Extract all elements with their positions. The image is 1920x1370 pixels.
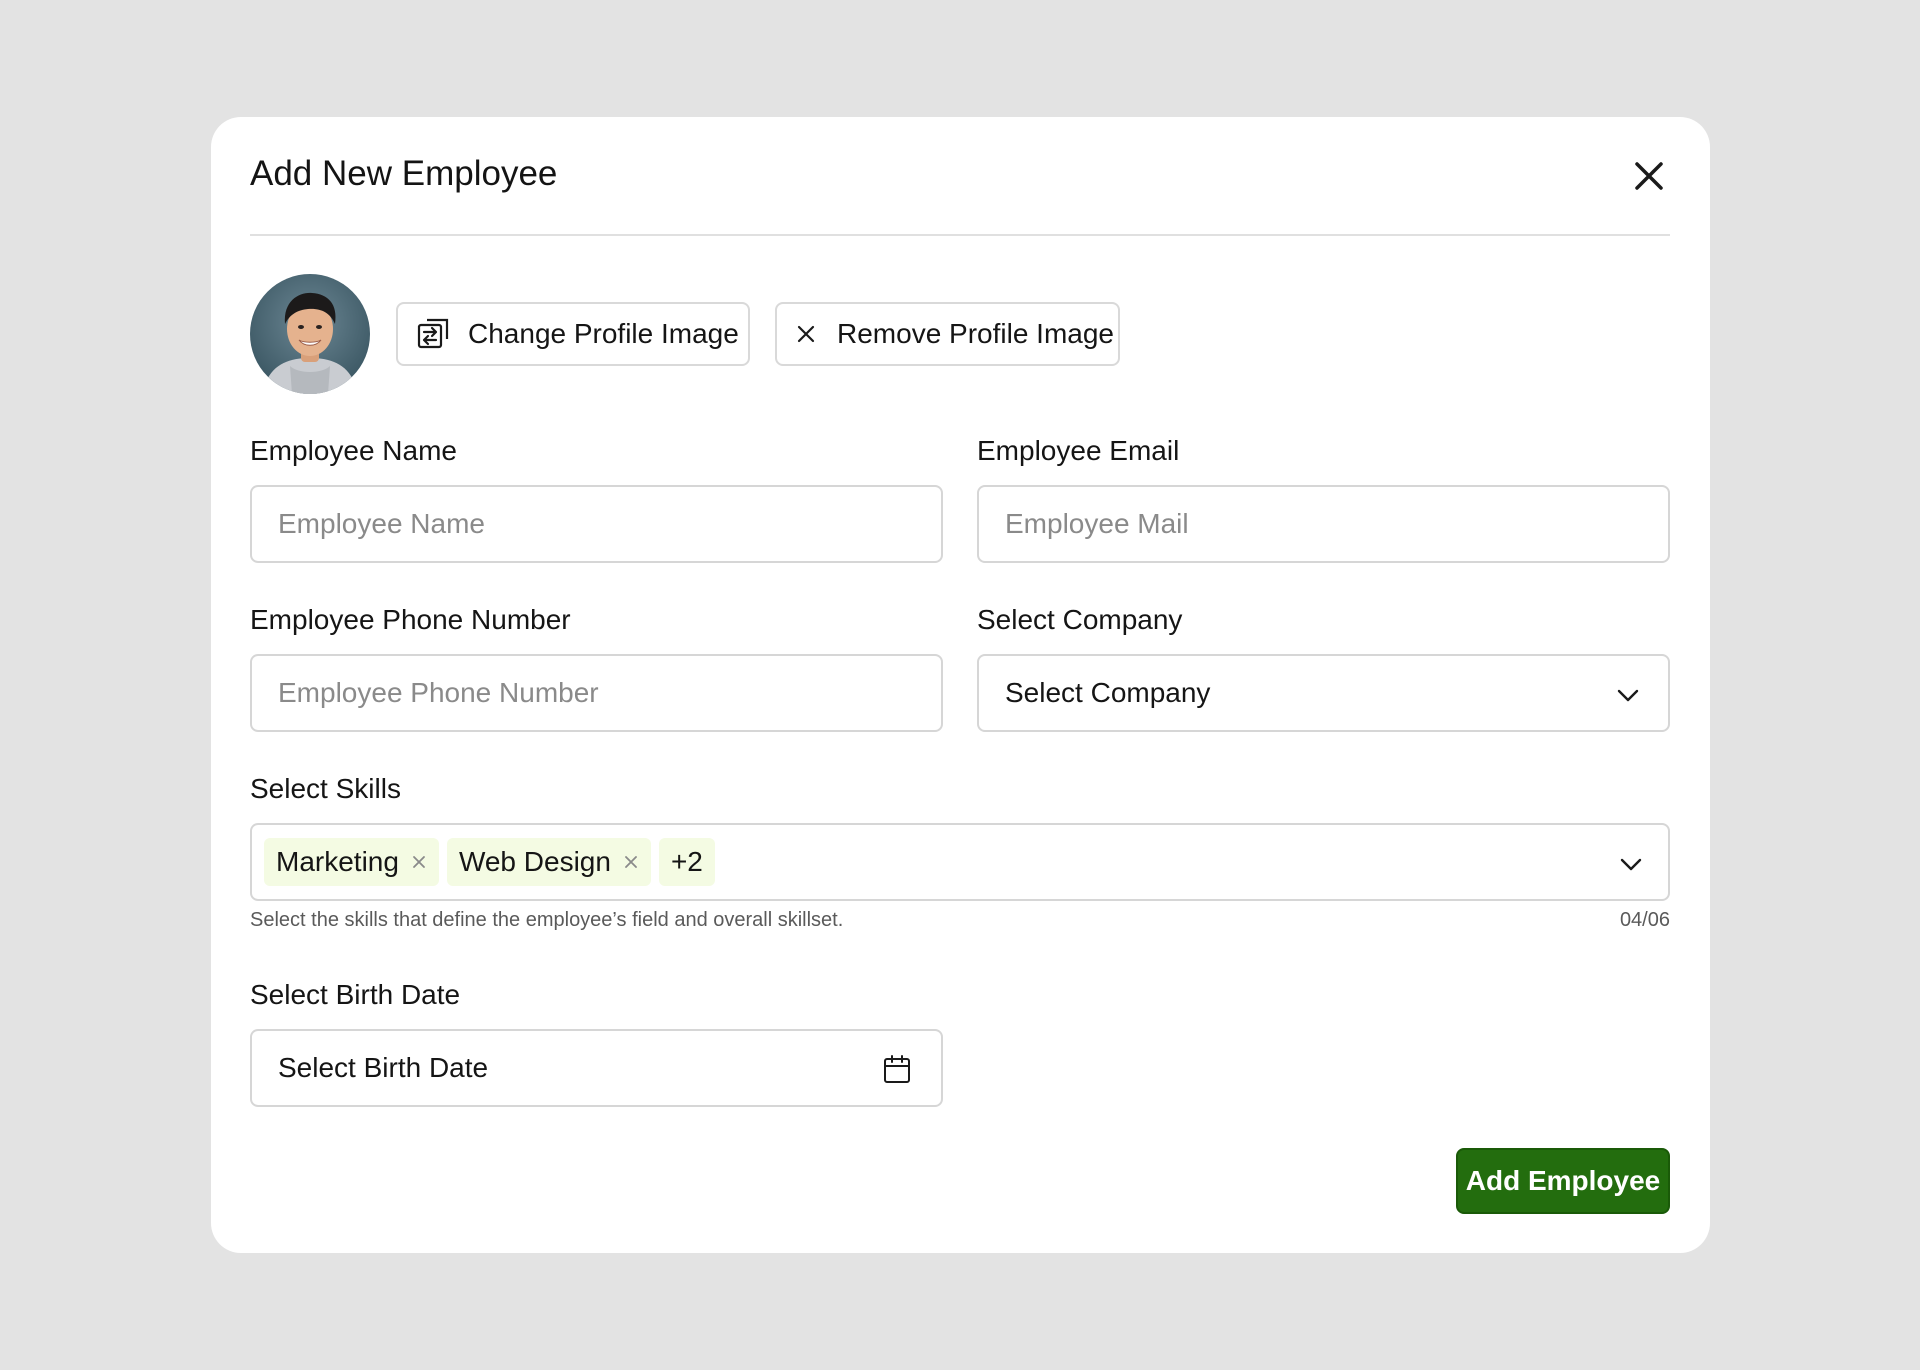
birth-date-picker[interactable]: Select Birth Date (250, 1029, 943, 1107)
change-profile-image-button[interactable]: Change Profile Image (396, 302, 750, 366)
employee-phone-input[interactable] (252, 656, 941, 730)
employee-name-input[interactable] (252, 487, 941, 561)
dialog-header: Add New Employee (250, 117, 1670, 236)
company-select-value: Select Company (1005, 677, 1211, 708)
skills-counter: 04/06 (1619, 909, 1670, 931)
employee-email-label: Employee Email (977, 435, 1180, 466)
close-button[interactable] (1628, 155, 1670, 197)
employee-name-label: Employee Name (250, 435, 457, 466)
calendar-icon (884, 1055, 910, 1083)
select-company-label: Select Company (977, 604, 1183, 635)
change-profile-image-label: Change Profile Image (468, 318, 739, 349)
skills-chip-list: Marketing Web Design +2 (264, 838, 715, 886)
close-icon (1635, 162, 1663, 190)
dialog-title: Add New Employee (250, 154, 558, 193)
company-select[interactable]: Select Company (977, 654, 1670, 732)
more-skills-count: +2 (670, 846, 703, 877)
remove-profile-image-label: Remove Profile Image (837, 318, 1115, 349)
skill-chip: Web Design (446, 838, 651, 886)
close-icon (793, 321, 819, 347)
skill-chip-label: Web Design (458, 846, 611, 877)
employee-phone-label: Employee Phone Number (250, 604, 571, 635)
chevron-down-icon (1620, 858, 1642, 871)
skill-chip-label: Marketing (276, 846, 399, 877)
swap-image-icon (416, 317, 450, 351)
remove-profile-image-button[interactable]: Remove Profile Image (775, 302, 1120, 366)
add-employee-dialog: Add New Employee Change Profile Image Re… (211, 117, 1710, 1253)
skills-helper-text: Select the skills that define the employ… (250, 909, 844, 931)
more-skills-chip[interactable]: +2 (658, 838, 715, 886)
select-skills-label: Select Skills (250, 773, 401, 804)
chevron-down-icon (1617, 689, 1639, 702)
birth-date-value: Select Birth Date (278, 1052, 489, 1083)
birth-date-label: Select Birth Date (250, 979, 461, 1010)
add-employee-button[interactable]: Add Employee (1456, 1148, 1670, 1214)
employee-email-field (977, 485, 1670, 563)
close-icon[interactable] (411, 854, 427, 870)
employee-email-input[interactable] (979, 487, 1668, 561)
skills-multiselect[interactable]: Marketing Web Design +2 (250, 823, 1670, 901)
close-icon[interactable] (623, 854, 639, 870)
employee-phone-field (250, 654, 943, 732)
employee-name-field (250, 485, 943, 563)
skill-chip: Marketing (264, 838, 439, 886)
avatar (250, 274, 370, 394)
